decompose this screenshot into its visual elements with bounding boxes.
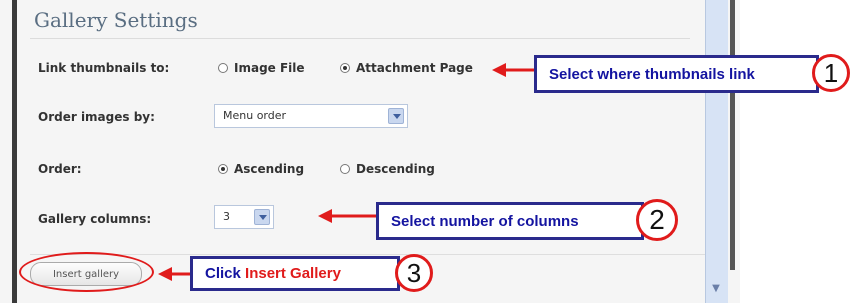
callout-insert-prefix: Click xyxy=(205,265,246,282)
arrow-left-icon xyxy=(318,209,377,223)
window-edge xyxy=(730,0,735,270)
gallery-columns-select[interactable]: 3 xyxy=(214,205,274,229)
callout-insert-gallery: Click Insert Gallery xyxy=(190,256,400,291)
title-divider xyxy=(30,38,690,39)
radio-attachment-page-label: Attachment Page xyxy=(356,61,473,75)
scrollbar-track[interactable] xyxy=(705,0,728,303)
radio-selected-icon[interactable] xyxy=(218,164,228,174)
radio-ascending[interactable]: Ascending xyxy=(218,162,304,176)
order-images-label: Order images by: xyxy=(38,110,155,124)
gallery-columns-label: Gallery columns: xyxy=(38,212,152,226)
radio-image-file-label: Image File xyxy=(234,61,305,75)
radio-descending-label: Descending xyxy=(356,162,435,176)
radio-attachment-page[interactable]: Attachment Page xyxy=(340,61,473,75)
radio-image-file[interactable]: Image File xyxy=(218,61,305,75)
radio-selected-icon[interactable] xyxy=(340,63,350,73)
arrow-left-icon xyxy=(492,63,536,77)
link-thumbnails-label: Link thumbnails to: xyxy=(38,61,170,75)
callout-insert-highlight: Insert Gallery xyxy=(245,265,341,282)
scroll-down-icon[interactable]: ▼ xyxy=(709,282,723,296)
dropdown-arrow-icon[interactable] xyxy=(254,209,270,225)
radio-descending[interactable]: Descending xyxy=(340,162,435,176)
gallery-columns-value: 3 xyxy=(223,210,230,223)
callout-columns-text: Select number of columns xyxy=(391,212,579,230)
callout-thumbnails-text: Select where thumbnails link xyxy=(549,65,755,83)
step-number-3: 3 xyxy=(395,254,433,292)
panel-title: Gallery Settings xyxy=(34,8,198,32)
panel-left-border xyxy=(12,0,17,303)
radio-circle-icon[interactable] xyxy=(340,164,350,174)
radio-circle-icon[interactable] xyxy=(218,63,228,73)
callout-thumbnails-link: Select where thumbnails link xyxy=(534,55,819,93)
section-divider xyxy=(30,254,705,255)
order-images-select[interactable]: Menu order xyxy=(214,104,408,128)
step-number-1: 1 xyxy=(812,54,850,92)
highlight-ellipse xyxy=(19,252,154,292)
order-label: Order: xyxy=(38,162,82,176)
callout-columns: Select number of columns xyxy=(376,202,644,240)
radio-ascending-label: Ascending xyxy=(234,162,305,176)
dropdown-arrow-icon[interactable] xyxy=(388,108,404,124)
order-images-value: Menu order xyxy=(223,109,287,122)
step-number-2: 2 xyxy=(636,199,678,241)
